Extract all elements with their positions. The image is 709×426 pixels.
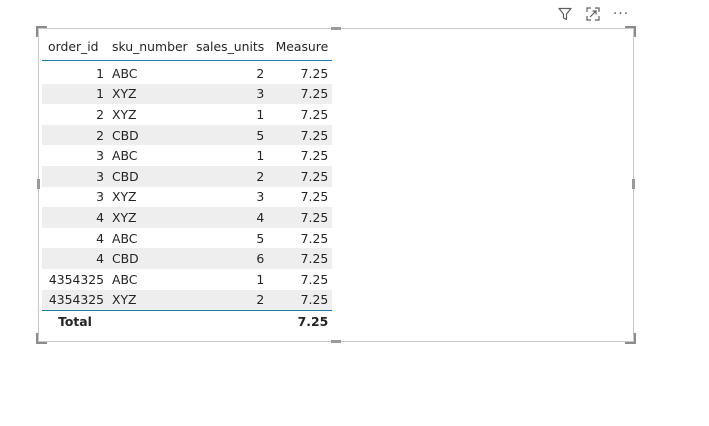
cell-sales-units: 2 [192, 289, 269, 311]
cell-measure: 7.25 [300, 189, 329, 205]
cell-sku-number: CBD [108, 248, 192, 269]
total-label: Total [42, 310, 108, 332]
total-empty-cell [108, 310, 192, 332]
table-total-row: Total 7.25 [42, 310, 333, 332]
total-empty-cell [192, 310, 269, 332]
table-row[interactable]: 4354325 XYZ 2 7.25 [42, 289, 333, 311]
cell-sales-units: 2 [256, 65, 265, 81]
column-header-order-id[interactable]: order_id [42, 32, 108, 61]
table-row[interactable]: 4 XYZ 4 7.25 [42, 207, 333, 228]
resize-corner-bottom-left[interactable] [36, 333, 47, 344]
cell-sales-units: 1 [256, 148, 265, 164]
column-header-sku-number[interactable]: sku_number [108, 32, 192, 61]
cell-measure: 7.25 [300, 65, 329, 81]
cell-order-id: 1 [96, 65, 104, 81]
table-visual[interactable]: order_id sku_number sales_units Measure … [36, 26, 636, 344]
cell-order-id: 4 [96, 230, 104, 246]
cell-sku-number: XYZ [112, 106, 137, 122]
cell-sales-units: 2 [192, 165, 269, 187]
visual-header-icons: ··· [556, 5, 630, 23]
cell-sales-units: 1 [256, 271, 265, 287]
table-row[interactable]: 2 XYZ 1 7.25 [42, 104, 332, 125]
cell-sales-units: 3 [192, 83, 269, 105]
cell-sku-number: XYZ [112, 189, 137, 205]
resize-corner-top-right[interactable] [625, 26, 636, 37]
cell-sales-units: 4 [192, 207, 269, 228]
cell-sales-units: 1 [256, 106, 265, 122]
cell-measure: 7.25 [268, 124, 333, 146]
cell-measure: 7.25 [268, 207, 333, 228]
cell-sku-number: ABC [112, 148, 138, 164]
resize-handle-right[interactable] [632, 179, 635, 189]
resize-handle-top[interactable] [331, 27, 341, 30]
table-header-row: order_id sku_number sales_units Measure [42, 32, 333, 61]
focus-mode-icon[interactable] [584, 5, 602, 23]
table-row[interactable]: 4 ABC 5 7.25 [42, 228, 332, 249]
data-table: order_id sku_number sales_units Measure … [42, 32, 333, 332]
cell-sku-number: XYZ [108, 289, 192, 311]
table-row[interactable]: 4 CBD 6 7.25 [42, 248, 333, 269]
cell-measure: 7.25 [268, 248, 333, 269]
cell-measure: 7.25 [300, 148, 329, 164]
resize-corner-bottom-right[interactable] [625, 333, 636, 344]
cell-order-id: 2 [42, 124, 108, 146]
cell-order-id: 1 [42, 83, 108, 105]
cell-measure: 7.25 [268, 289, 333, 311]
cell-order-id: 3 [96, 148, 104, 164]
cell-sku-number: ABC [112, 271, 138, 287]
table-row[interactable]: 3 CBD 2 7.25 [42, 165, 333, 187]
cell-sku-number: XYZ [108, 83, 192, 105]
table-row[interactable]: 4354325 ABC 1 7.25 [42, 269, 332, 290]
cell-sales-units: 5 [192, 124, 269, 146]
cell-order-id: 3 [96, 189, 104, 205]
cell-sales-units: 6 [192, 248, 269, 269]
column-header-measure[interactable]: Measure [268, 32, 333, 61]
resize-handle-left[interactable] [37, 179, 40, 189]
more-options-icon[interactable]: ··· [612, 5, 630, 23]
cell-measure: 7.25 [300, 271, 329, 287]
cell-order-id: 4 [42, 207, 108, 228]
cell-order-id: 4354325 [42, 289, 108, 311]
cell-sales-units: 5 [256, 230, 265, 246]
column-header-sales-units[interactable]: sales_units [192, 32, 269, 61]
cell-sku-number: ABC [112, 65, 138, 81]
cell-measure: 7.25 [268, 165, 333, 187]
cell-order-id: 4 [42, 248, 108, 269]
resize-handle-bottom[interactable] [331, 340, 341, 343]
table-row[interactable]: 1 XYZ 3 7.25 [42, 83, 333, 105]
cell-sku-number: CBD [108, 165, 192, 187]
table-body: 1 ABC 2 7.25 1 XYZ 3 7.25 2 XYZ 1 7.25 2 CBD 5 7.25 3 ABC… [42, 61, 333, 311]
cell-sku-number: XYZ [108, 207, 192, 228]
total-measure: 7.25 [268, 310, 333, 332]
table-row[interactable]: 3 ABC 1 7.25 [42, 145, 332, 166]
table-row[interactable]: 1 ABC 2 7.25 [42, 61, 332, 84]
cell-order-id: 3 [42, 165, 108, 187]
table-row[interactable]: 3 XYZ 3 7.25 [42, 187, 332, 208]
cell-sales-units: 3 [256, 189, 265, 205]
table-row[interactable]: 2 CBD 5 7.25 [42, 124, 333, 146]
cell-order-id: 2 [96, 106, 104, 122]
cell-measure: 7.25 [268, 83, 333, 105]
filter-icon[interactable] [556, 5, 574, 23]
cell-measure: 7.25 [300, 230, 329, 246]
cell-sku-number: CBD [108, 124, 192, 146]
cell-measure: 7.25 [300, 106, 329, 122]
cell-order-id: 4354325 [48, 271, 104, 287]
cell-sku-number: ABC [112, 230, 138, 246]
